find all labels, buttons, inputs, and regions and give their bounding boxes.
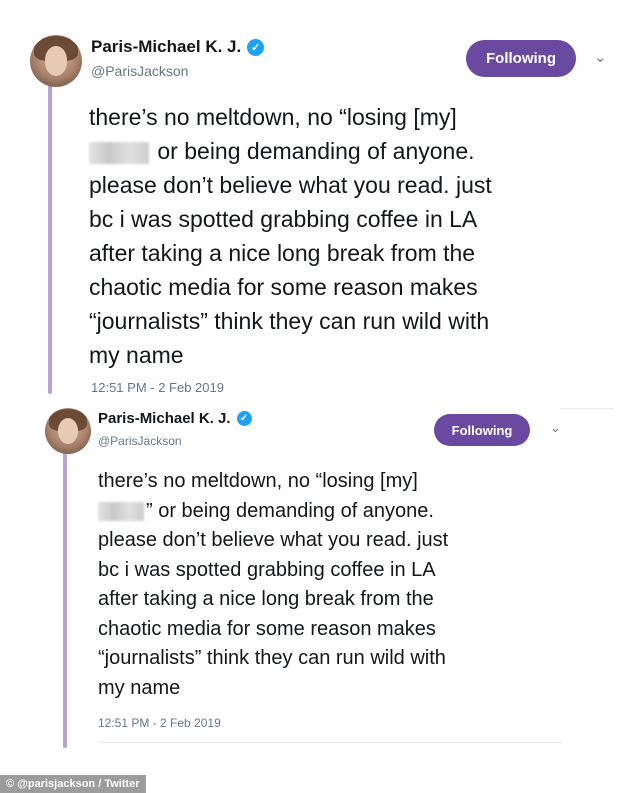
- timestamp[interactable]: 12:51 PM - 2 Feb 2019: [98, 716, 221, 730]
- avatar[interactable]: [30, 35, 82, 87]
- tweet-line: bc i was spotted grabbing coffee in LA: [89, 206, 478, 232]
- chevron-down-icon[interactable]: ⌄: [550, 420, 561, 436]
- tweet-header: Paris-Michael K. J. ✓: [91, 37, 265, 57]
- redaction-blur: [89, 141, 149, 164]
- following-button[interactable]: Following: [466, 40, 576, 77]
- verified-badge-icon: ✓: [247, 38, 265, 56]
- tweet-line: there’s no meltdown, no “losing [my]: [98, 470, 418, 492]
- divider: [560, 408, 614, 409]
- image-credit: © @parisjackson / Twitter: [0, 775, 146, 793]
- tweet-line: my name: [89, 342, 184, 368]
- divider: [98, 742, 563, 743]
- chevron-down-icon[interactable]: ⌄: [594, 48, 607, 66]
- timestamp[interactable]: 12:51 PM - 2 Feb 2019: [91, 380, 224, 395]
- tweet-line: after taking a nice long break from the: [98, 588, 434, 610]
- tweet-line-redacted: or being demanding of anyone.: [89, 134, 492, 168]
- tweet-line: there’s no meltdown, no “losing [my]: [89, 104, 457, 130]
- display-name[interactable]: Paris-Michael K. J.: [98, 410, 231, 427]
- display-name[interactable]: Paris-Michael K. J.: [91, 37, 241, 57]
- tweet-text: there’s no meltdown, no “losing [my] ” o…: [98, 467, 448, 703]
- thread-line: [63, 450, 67, 748]
- tweet-line-redacted: ” or being demanding of anyone.: [98, 497, 448, 527]
- tweet-line: please don’t believe what you read. just: [98, 529, 449, 551]
- tweet-line: after taking a nice long break from the: [89, 240, 476, 266]
- tweet-line: please don’t believe what you read. just: [89, 172, 492, 198]
- thread-line: [48, 84, 52, 394]
- handle[interactable]: @ParisJackson: [91, 63, 188, 79]
- tweet-line: chaotic media for some reason makes: [89, 274, 478, 300]
- avatar-face: [44, 46, 68, 76]
- verified-badge-icon: ✓: [236, 411, 252, 426]
- following-button[interactable]: Following: [434, 414, 530, 446]
- handle[interactable]: @ParisJackson: [98, 434, 182, 448]
- tweet-header: Paris-Michael K. J. ✓: [98, 410, 252, 427]
- avatar-face: [57, 418, 79, 444]
- tweet-text: there’s no meltdown, no “losing [my] or …: [89, 100, 492, 372]
- tweet-line: ” or being demanding of anyone.: [146, 499, 434, 522]
- tweet-line: “journalists” think they can run wild wi…: [89, 308, 490, 334]
- tweet-line: chaotic media for some reason makes: [98, 617, 436, 640]
- tweet-line: “journalists” think they can run wild wi…: [98, 647, 446, 669]
- tweet-line: my name: [98, 676, 181, 699]
- avatar[interactable]: [45, 408, 91, 454]
- tweet-line: bc i was spotted grabbing coffee in LA: [98, 558, 436, 581]
- tweet-line: or being demanding of anyone.: [151, 138, 475, 164]
- redaction-blur: [98, 501, 144, 521]
